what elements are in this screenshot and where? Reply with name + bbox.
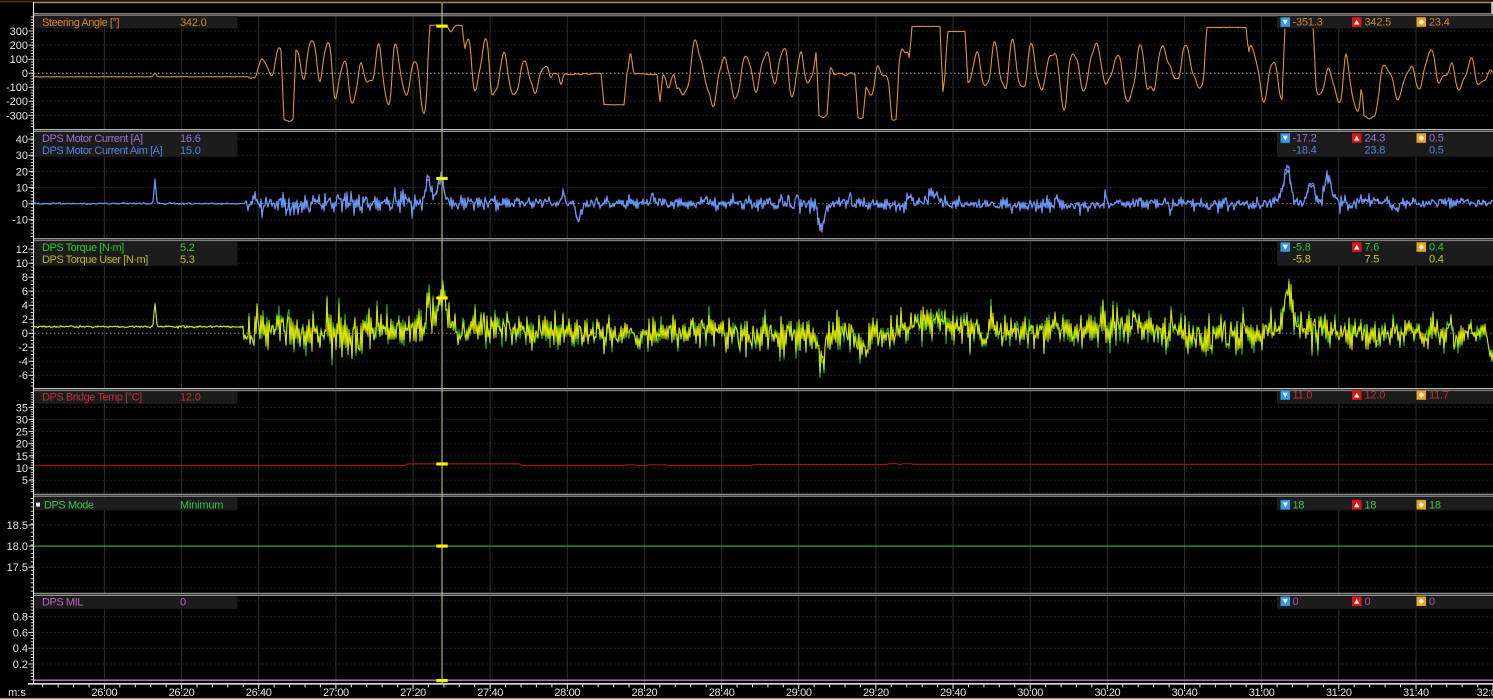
svg-text:7.6: 7.6 — [1365, 242, 1380, 254]
svg-text:DPS Mode: DPS Mode — [44, 500, 94, 512]
svg-text:7.5: 7.5 — [1365, 254, 1380, 266]
svg-text:10: 10 — [16, 258, 28, 270]
svg-text:100: 100 — [10, 54, 28, 66]
svg-text:30: 30 — [16, 150, 28, 162]
svg-text:DPS MIL: DPS MIL — [42, 596, 83, 608]
svg-text:2: 2 — [22, 314, 28, 326]
svg-text:6: 6 — [22, 286, 28, 298]
svg-text:5: 5 — [22, 475, 28, 487]
svg-text:25: 25 — [16, 427, 28, 439]
svg-text:18: 18 — [1293, 499, 1305, 511]
svg-text:40: 40 — [16, 134, 28, 146]
svg-text:0.2: 0.2 — [13, 659, 28, 671]
svg-text:Steering Angle [°]: Steering Angle [°] — [42, 17, 119, 29]
svg-text:0.4: 0.4 — [1429, 242, 1444, 254]
svg-text:342.0: 342.0 — [180, 17, 207, 29]
svg-text:0.8: 0.8 — [13, 612, 28, 624]
svg-text:24.3: 24.3 — [1365, 133, 1386, 145]
svg-text:12: 12 — [16, 244, 28, 256]
svg-text:23.8: 23.8 — [1365, 145, 1386, 157]
svg-text:18: 18 — [1365, 499, 1377, 511]
svg-text:-2: -2 — [18, 342, 28, 354]
svg-text:0: 0 — [22, 68, 28, 80]
svg-text:20: 20 — [16, 166, 28, 178]
svg-text:200: 200 — [10, 40, 28, 52]
svg-text:10: 10 — [16, 463, 28, 475]
svg-text:0.5: 0.5 — [1429, 133, 1444, 145]
svg-text:DPS Bridge Temp [°C]: DPS Bridge Temp [°C] — [42, 392, 142, 404]
svg-text:17.5: 17.5 — [7, 562, 28, 574]
svg-text:20: 20 — [16, 439, 28, 451]
svg-text:12.0: 12.0 — [180, 392, 201, 404]
svg-text:32:0: 32:0 — [1477, 687, 1493, 699]
svg-text:0.5: 0.5 — [1429, 145, 1444, 157]
svg-text:0: 0 — [1293, 596, 1299, 608]
svg-text:-6: -6 — [18, 370, 28, 382]
svg-text:-5.8: -5.8 — [1293, 254, 1311, 266]
svg-text:35: 35 — [16, 402, 28, 414]
svg-text:-5.8: -5.8 — [1293, 242, 1311, 254]
svg-text:5.3: 5.3 — [180, 254, 195, 266]
svg-text:0.4: 0.4 — [1429, 254, 1444, 266]
svg-text:0: 0 — [1365, 596, 1371, 608]
svg-text:10: 10 — [16, 182, 28, 194]
svg-text:-100: -100 — [6, 82, 28, 94]
svg-text:18.0: 18.0 — [7, 541, 28, 553]
svg-text:18: 18 — [1429, 499, 1441, 511]
svg-text:16.6: 16.6 — [180, 133, 201, 145]
svg-text:DPS Torque User [N·m]: DPS Torque User [N·m] — [42, 254, 148, 266]
svg-text:0: 0 — [22, 328, 28, 340]
svg-text:0: 0 — [22, 199, 28, 211]
svg-text:8: 8 — [22, 272, 28, 284]
svg-text:23.4: 23.4 — [1429, 17, 1450, 29]
svg-text:30: 30 — [16, 414, 28, 426]
svg-text:15.0: 15.0 — [180, 145, 201, 157]
svg-text:0.6: 0.6 — [13, 627, 28, 639]
svg-text:0.4: 0.4 — [13, 643, 28, 655]
svg-text:11.0: 11.0 — [1293, 390, 1313, 402]
svg-text:15: 15 — [16, 451, 28, 463]
svg-text:-4: -4 — [18, 356, 28, 368]
svg-text:342.5: 342.5 — [1365, 17, 1392, 29]
svg-text:300: 300 — [10, 26, 28, 38]
svg-text:12.0: 12.0 — [1365, 390, 1386, 402]
svg-text:-17.2: -17.2 — [1293, 133, 1317, 145]
svg-text:-200: -200 — [6, 96, 28, 108]
svg-text:-18.4: -18.4 — [1293, 145, 1317, 157]
svg-text:4: 4 — [22, 300, 28, 312]
svg-text:m:s: m:s — [8, 687, 26, 699]
svg-text:11.7: 11.7 — [1429, 390, 1449, 402]
svg-text:5.2: 5.2 — [180, 242, 195, 254]
svg-text:-10: -10 — [12, 215, 28, 227]
svg-text:18.5: 18.5 — [7, 520, 28, 532]
svg-text:-351.3: -351.3 — [1293, 17, 1323, 29]
svg-text:0: 0 — [1429, 596, 1435, 608]
svg-text:DPS Motor Current [A]: DPS Motor Current [A] — [42, 133, 143, 145]
svg-text:DPS Torque [N·m]: DPS Torque [N·m] — [42, 242, 124, 254]
svg-text:0: 0 — [180, 596, 186, 608]
svg-text:-300: -300 — [6, 110, 28, 122]
svg-text:Minimum: Minimum — [180, 500, 223, 512]
svg-text:DPS Motor Current Aim [A]: DPS Motor Current Aim [A] — [42, 145, 163, 157]
